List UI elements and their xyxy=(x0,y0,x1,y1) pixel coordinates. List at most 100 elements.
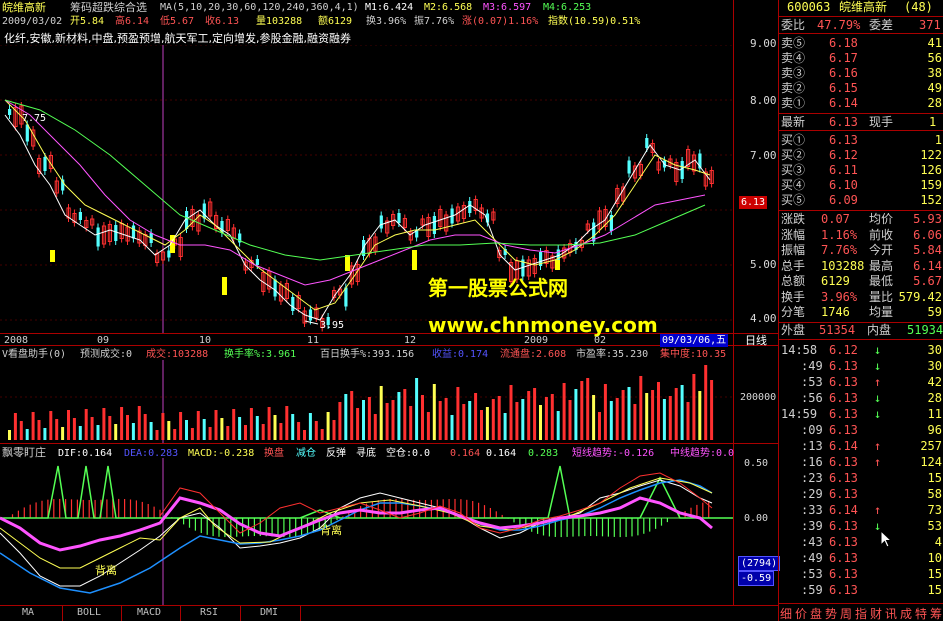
macd-bar xyxy=(118,498,120,518)
volume-bar xyxy=(190,428,194,440)
macd-bar xyxy=(88,499,90,518)
quote-tab[interactable]: 财 xyxy=(870,605,882,621)
tab-rsi[interactable]: RSI xyxy=(200,607,218,618)
stat-value: 7.76% xyxy=(821,243,858,257)
candle-body xyxy=(432,216,436,234)
low-value: 低5.67 xyxy=(160,16,195,27)
macd-bar xyxy=(607,518,609,537)
tab-dmi[interactable]: DMI xyxy=(260,607,278,618)
volume-bar xyxy=(515,402,519,440)
volume-bar xyxy=(108,416,112,440)
bid-label: 买② xyxy=(781,148,806,162)
quote-tab[interactable]: 筹 xyxy=(930,605,942,621)
volume-bar xyxy=(8,430,11,440)
quote-count: (48) xyxy=(904,0,933,14)
volume-axis-tick: 200000 xyxy=(740,392,777,403)
candle-body xyxy=(291,297,295,311)
volume-bar xyxy=(19,421,23,440)
tick-price: 6.14 xyxy=(829,439,858,453)
candle-body xyxy=(645,138,649,148)
macd-bar xyxy=(277,518,279,537)
tick-volume: 10 xyxy=(927,551,942,565)
peak-label: 7.75 xyxy=(22,113,46,124)
amplitude-value: 振7.76% xyxy=(414,16,455,27)
macd-bar xyxy=(383,499,385,518)
stat-label: 总手 xyxy=(781,258,806,273)
macd-bar xyxy=(135,500,137,518)
volume-bar xyxy=(226,426,230,440)
volume-bar xyxy=(544,397,548,440)
candle-body xyxy=(308,309,313,321)
quote-tab[interactable]: 细 xyxy=(780,605,792,621)
volume-bar xyxy=(320,429,324,440)
volume-bar xyxy=(403,389,407,440)
quote-tab[interactable]: 周 xyxy=(840,605,852,621)
signal-block xyxy=(412,250,417,270)
volume-bar xyxy=(444,398,448,440)
macd-bar xyxy=(289,518,291,538)
candle-body xyxy=(379,215,383,229)
macd-bar xyxy=(660,518,663,526)
tick-time: :16 xyxy=(801,455,823,469)
volume-bar xyxy=(668,396,672,440)
bid-price: 6.13 xyxy=(829,133,858,147)
tick-volume: 124 xyxy=(920,455,942,469)
volume-bar xyxy=(291,414,295,440)
volume-bar xyxy=(279,423,283,440)
indicator-title[interactable]: 筹码超跌综合选 xyxy=(70,1,147,14)
tick-arrow: ↑ xyxy=(874,503,882,517)
volume-bar xyxy=(692,374,696,440)
macd-bar xyxy=(371,501,373,518)
tick-price: 6.13 xyxy=(829,471,858,485)
quote-tab[interactable]: 成 xyxy=(900,605,912,621)
macd-bar xyxy=(29,504,31,518)
volume-bar xyxy=(120,407,124,440)
candle-body xyxy=(468,201,472,213)
quote-tab[interactable]: 价 xyxy=(795,605,807,621)
quote-tab[interactable]: 势 xyxy=(825,605,837,621)
macd-bar xyxy=(649,518,651,532)
tick-price: 6.13 xyxy=(829,455,858,469)
tab-macd[interactable]: MACD xyxy=(137,607,161,618)
volume-chart[interactable] xyxy=(0,360,733,443)
quote-tab[interactable]: 讯 xyxy=(885,605,897,621)
tick-volume: 96 xyxy=(927,423,942,437)
tick-arrow: ↓ xyxy=(874,407,882,421)
volume-bar xyxy=(297,422,301,440)
volume-bar xyxy=(710,380,714,440)
macd-bar xyxy=(601,518,604,537)
macd-chart[interactable]: 背离 背离 xyxy=(0,458,733,605)
volume-bar xyxy=(244,425,247,440)
stat-row: 总手 103288 最高 6.14 xyxy=(779,259,943,273)
tab-ma[interactable]: MA xyxy=(22,607,34,618)
price-tick: 8.00 xyxy=(750,94,777,107)
tick-row: :33 6.14 ↑ 73 xyxy=(779,502,943,518)
period-label[interactable]: 日线 xyxy=(745,334,767,347)
stock-name[interactable]: 皖维高新 xyxy=(2,1,46,14)
tab-boll[interactable]: BOLL xyxy=(77,607,101,618)
tick-volume: 11 xyxy=(927,407,942,421)
m2-value: M2:6.568 xyxy=(424,2,473,13)
tick-time: :29 xyxy=(801,487,823,501)
volume-bar xyxy=(131,423,135,440)
quote-tab[interactable]: 指 xyxy=(855,605,867,621)
ask-volume: 28 xyxy=(927,96,942,110)
cur-value: 1 xyxy=(929,115,937,129)
stat-value: 6129 xyxy=(821,274,850,288)
candlestick-chart[interactable]: 7.75 3.95 xyxy=(0,45,733,333)
last-price-row: 最新 6.13 现手 1 xyxy=(779,115,943,129)
volume-bar xyxy=(598,412,601,440)
bid-label: 买④ xyxy=(781,178,806,192)
quote-tab[interactable]: 特 xyxy=(915,605,927,621)
volume-bar xyxy=(267,407,271,440)
tick-time: :53 xyxy=(801,567,823,581)
macd-bar xyxy=(188,518,191,528)
tick-time: :43 xyxy=(801,535,823,549)
macd-axis-mid: 0.00 xyxy=(744,513,769,524)
quote-tab[interactable]: 盘 xyxy=(810,605,822,621)
tick-time: :23 xyxy=(801,471,823,485)
macd-bar xyxy=(389,498,391,518)
tick-time: :49 xyxy=(801,551,823,565)
tick-volume: 30 xyxy=(927,343,942,357)
date-tick: 02 xyxy=(594,335,607,346)
